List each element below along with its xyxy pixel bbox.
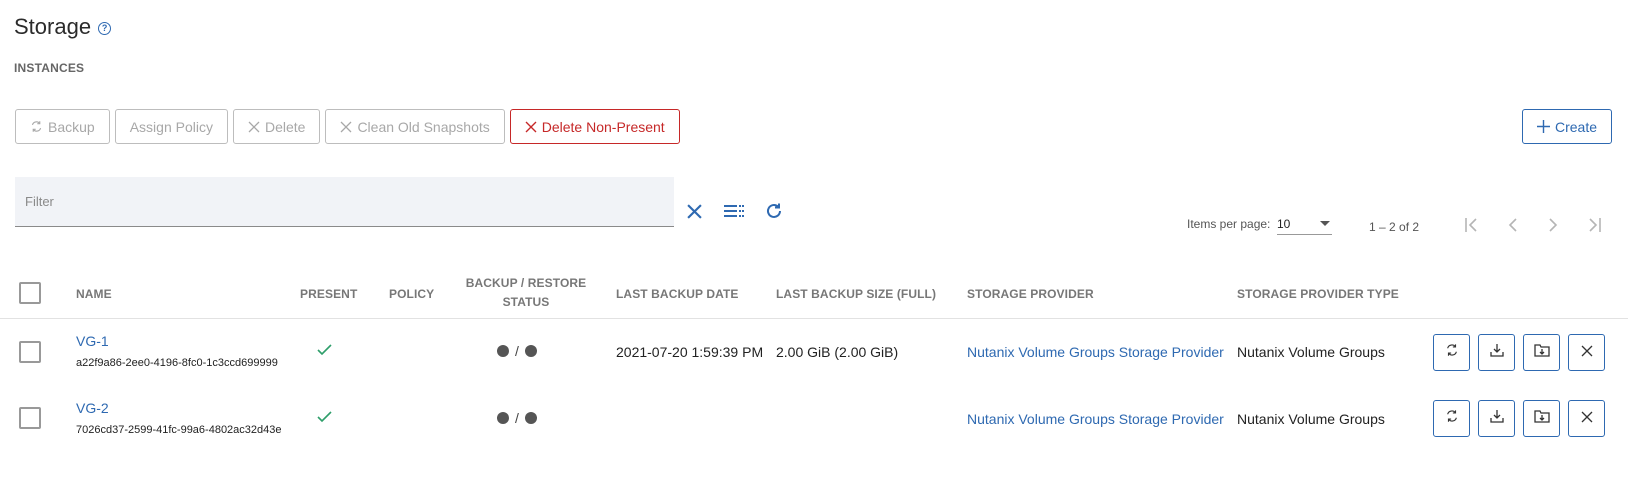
close-icon: [1581, 344, 1593, 362]
items-per-page-value: 10: [1277, 217, 1291, 231]
column-header-storage-provider-type[interactable]: STORAGE PROVIDER TYPE: [1237, 287, 1399, 301]
row-actions: [1433, 334, 1605, 371]
column-header-last-backup-size[interactable]: LAST BACKUP SIZE (FULL): [776, 287, 936, 301]
row-restore-button[interactable]: [1478, 334, 1515, 371]
backup-status-dot: [497, 412, 509, 424]
delete-non-present-label: Delete Non-Present: [541, 118, 665, 135]
column-header-storage-provider[interactable]: STORAGE PROVIDER: [967, 287, 1094, 301]
first-page-icon[interactable]: [1462, 214, 1484, 236]
delete-button-label: Delete: [264, 118, 306, 135]
assign-policy-button[interactable]: Assign Policy: [114, 109, 228, 144]
items-per-page-label: Items per page:: [1187, 217, 1271, 231]
close-icon: [340, 121, 352, 133]
row-restore-folder-button[interactable]: [1523, 400, 1560, 437]
row-delete-button[interactable]: [1568, 334, 1605, 371]
clear-filter-icon[interactable]: [682, 199, 706, 223]
action-toolbar: Backup Assign Policy Delete Clean Old Sn…: [15, 109, 680, 144]
page-title-wrap: Storage ?: [14, 14, 112, 40]
backup-restore-status: /: [497, 343, 537, 359]
row-checkbox[interactable]: [19, 341, 41, 363]
create-button-label: Create: [1555, 118, 1598, 135]
select-all-checkbox[interactable]: [19, 282, 41, 304]
column-header-status[interactable]: BACKUP / RESTORE STATUS: [462, 274, 590, 312]
row-backup-button[interactable]: [1433, 400, 1470, 437]
previous-page-icon[interactable]: [1502, 214, 1524, 236]
column-header-policy[interactable]: POLICY: [389, 287, 434, 301]
row-storage-provider-link[interactable]: Nutanix Volume Groups Storage Provider: [967, 344, 1224, 360]
row-storage-provider-type: Nutanix Volume Groups: [1237, 411, 1385, 427]
row-uuid: a22f9a86-2ee0-4196-8fc0-1c3ccd699999: [76, 357, 278, 369]
column-header-status-line2: STATUS: [502, 295, 550, 309]
next-page-icon[interactable]: [1542, 214, 1564, 236]
present-check-icon: [317, 410, 332, 428]
status-separator: /: [515, 410, 519, 426]
help-icon[interactable]: ?: [98, 21, 112, 35]
close-icon: [248, 121, 260, 133]
row-restore-folder-button[interactable]: [1523, 334, 1560, 371]
create-button[interactable]: Create: [1522, 109, 1613, 144]
column-list-icon[interactable]: [722, 199, 746, 223]
header-divider: [0, 318, 1628, 319]
row-delete-button[interactable]: [1568, 400, 1605, 437]
refresh-icon[interactable]: [762, 199, 786, 223]
present-check-icon: [317, 343, 332, 361]
pagination-range: 1 – 2 of 2: [1369, 220, 1420, 234]
row-name-link[interactable]: VG-2: [76, 400, 109, 416]
column-header-present[interactable]: PRESENT: [300, 287, 357, 301]
sync-icon: [30, 120, 43, 133]
folder-download-icon: [1533, 409, 1550, 428]
create-wrap: Create: [1522, 109, 1613, 144]
row-actions: [1433, 400, 1605, 437]
restore-status-dot: [524, 412, 537, 424]
sync-icon: [1445, 409, 1459, 428]
column-header-name[interactable]: NAME: [76, 287, 112, 301]
row-last-backup-size: 2.00 GiB (2.00 GiB): [776, 344, 899, 360]
clean-old-snapshots-button[interactable]: Clean Old Snapshots: [325, 109, 505, 144]
backup-button[interactable]: Backup: [15, 109, 110, 144]
download-icon: [1489, 409, 1504, 428]
assign-policy-button-label: Assign Policy: [129, 118, 213, 135]
backup-button-label: Backup: [48, 118, 95, 135]
row-backup-button[interactable]: [1433, 334, 1470, 371]
row-last-backup-date: 2021-07-20 1:59:39 PM: [616, 344, 764, 360]
page-title: Storage: [14, 14, 92, 39]
restore-status-dot: [524, 345, 537, 357]
items-per-page-select[interactable]: 10: [1277, 215, 1332, 235]
row-storage-provider-type: Nutanix Volume Groups: [1237, 344, 1385, 360]
folder-download-icon: [1533, 343, 1550, 362]
backup-status-dot: [497, 345, 509, 357]
sync-icon: [1445, 343, 1459, 362]
close-icon: [525, 121, 537, 133]
chevron-down-icon: [1320, 221, 1330, 226]
row-uuid: 7026cd37-2599-41fc-99a6-4802ac32d43e: [76, 424, 282, 436]
filter-field: [15, 177, 674, 227]
row-checkbox[interactable]: [19, 407, 41, 429]
filter-input[interactable]: [15, 177, 674, 226]
close-icon: [1581, 410, 1593, 428]
clean-old-snapshots-label: Clean Old Snapshots: [357, 118, 490, 135]
status-separator: /: [515, 343, 519, 359]
delete-non-present-button[interactable]: Delete Non-Present: [509, 109, 680, 144]
row-name-link[interactable]: VG-1: [76, 333, 109, 349]
row-restore-button[interactable]: [1478, 400, 1515, 437]
column-header-last-backup-date[interactable]: LAST BACKUP DATE: [616, 287, 739, 301]
last-page-icon[interactable]: [1582, 214, 1604, 236]
download-icon: [1489, 343, 1504, 362]
row-storage-provider-link[interactable]: Nutanix Volume Groups Storage Provider: [967, 411, 1224, 427]
column-header-status-line1: BACKUP / RESTORE: [465, 276, 587, 290]
section-subtitle: INSTANCES: [14, 61, 85, 75]
backup-restore-status: /: [497, 410, 537, 426]
plus-icon: [1537, 120, 1550, 133]
delete-button[interactable]: Delete: [232, 109, 321, 144]
